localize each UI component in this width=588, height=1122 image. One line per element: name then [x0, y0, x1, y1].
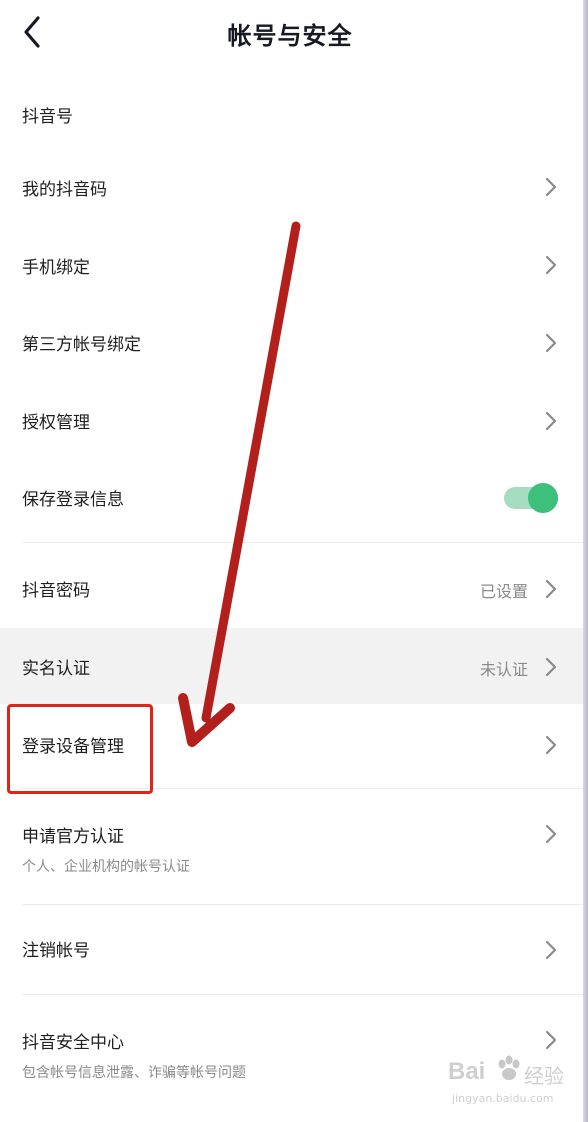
row-label: 抖音密码: [22, 581, 90, 601]
row-sub-label: 包含帐号信息泄露、诈骗等帐号问题: [22, 1065, 246, 1081]
row-label: 登录设备管理: [22, 737, 124, 757]
row-divider: [22, 994, 588, 995]
toggle-knob: [528, 483, 558, 513]
settings-row-my-qr-code[interactable]: 我的抖音码: [0, 150, 588, 224]
row-label: 实名认证: [22, 659, 90, 679]
section-divider: [22, 542, 588, 543]
settings-row-security-center[interactable]: 抖音安全中心 包含帐号信息泄露、诈骗等帐号问题: [0, 996, 588, 1106]
row-label: 手机绑定: [22, 258, 90, 278]
row-label: 申请官方认证: [22, 827, 124, 847]
settings-row-login-devices[interactable]: 登录设备管理: [0, 706, 588, 786]
settings-row-douyin-id[interactable]: 抖音号: [0, 72, 588, 152]
row-sub-label: 个人、企业机构的帐号认证: [22, 859, 190, 875]
row-label: 保存登录信息: [22, 490, 124, 510]
chevron-right-icon: [545, 1030, 557, 1050]
page-title: 帐号与安全: [227, 22, 353, 50]
settings-row-official-verification[interactable]: 申请官方认证 个人、企业机构的帐号认证: [0, 790, 588, 902]
row-label: 第三方帐号绑定: [22, 335, 141, 355]
settings-row-delete-account[interactable]: 注销帐号: [0, 906, 588, 992]
settings-row-third-party-binding[interactable]: 第三方帐号绑定: [0, 304, 588, 380]
chevron-right-icon: [545, 824, 557, 844]
chevron-right-icon: [545, 177, 557, 197]
row-label: 我的抖音码: [22, 180, 107, 200]
real-name-status: 未认证: [479, 660, 528, 679]
chevron-right-icon: [545, 657, 557, 677]
row-divider: [22, 904, 588, 905]
row-label: 抖音号: [22, 107, 73, 127]
save-login-toggle[interactable]: [504, 483, 560, 513]
chevron-right-icon: [545, 333, 557, 353]
row-label: 授权管理: [22, 413, 90, 433]
right-edge-strip: [583, 0, 588, 1122]
settings-row-password[interactable]: 抖音密码 已设置: [0, 548, 588, 626]
row-label: 注销帐号: [22, 941, 90, 961]
top-bar: 帐号与安全: [0, 0, 588, 66]
row-divider: [22, 788, 588, 789]
password-status: 已设置: [479, 582, 528, 601]
chevron-right-icon: [545, 579, 557, 599]
settings-row-save-login-info: 保存登录信息: [0, 460, 588, 540]
chevron-right-icon: [545, 255, 557, 275]
settings-row-authorization[interactable]: 授权管理: [0, 382, 588, 458]
row-label: 抖音安全中心: [22, 1033, 124, 1053]
settings-row-real-name[interactable]: 实名认证 未认证: [0, 628, 588, 704]
settings-row-phone-binding[interactable]: 手机绑定: [0, 226, 588, 302]
chevron-right-icon: [545, 411, 557, 431]
chevron-right-icon: [545, 940, 557, 960]
chevron-right-icon: [545, 735, 557, 755]
